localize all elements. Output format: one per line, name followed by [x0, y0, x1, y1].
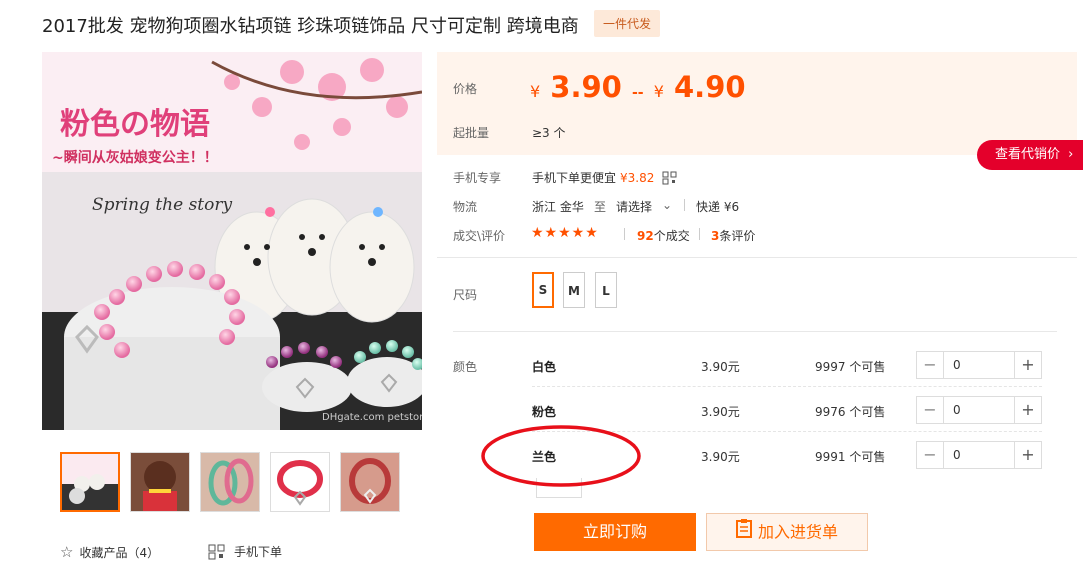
- qrcode-icon: [208, 544, 225, 559]
- view-dropship-price-label: 查看代销价: [995, 147, 1061, 162]
- clipboard-icon: [735, 515, 752, 551]
- product-photo: 粉色の物语 ~瞬间从灰姑娘变公主！！ Spring the story DHga…: [42, 52, 422, 430]
- buy-now-button[interactable]: 立即订购: [534, 513, 696, 551]
- annotation-ellipse: [481, 425, 641, 487]
- chevron-down-icon: ⌄: [662, 198, 673, 212]
- increase-button[interactable]: +: [1014, 352, 1041, 378]
- image-headline: 粉色の物语: [60, 107, 210, 142]
- shipping-method: 快递 ¥6: [696, 200, 740, 214]
- color-price-pink: 3.90元: [701, 405, 740, 419]
- image-watermark: DHgate.com petstore: [322, 412, 422, 423]
- mobile-offer[interactable]: 手机下单更便宜 ¥3.82: [532, 169, 678, 186]
- sold-suffix: 个成交: [653, 229, 690, 243]
- divider: [699, 228, 700, 240]
- dropship-badge: 一件代发: [594, 10, 661, 37]
- color-label: 颜色: [453, 360, 478, 374]
- thumbnail-5[interactable]: [340, 452, 400, 512]
- decrease-button[interactable]: −: [917, 352, 944, 378]
- destination-select[interactable]: 请选择 ⌄: [616, 198, 672, 215]
- view-dropship-price-button[interactable]: 查看代销价 ›: [977, 140, 1083, 170]
- divider: [684, 199, 685, 211]
- main-product-image[interactable]: 粉色の物语 ~瞬间从灰姑娘变公主！！ Spring the story DHga…: [42, 52, 422, 430]
- deals-label: 成交\评价: [453, 229, 506, 243]
- moq-label: 起批量: [453, 126, 490, 140]
- sold-count-link[interactable]: 92个成交: [637, 227, 690, 244]
- product-title: 2017批发 宠物狗项圈水钻项链 珍珠项链饰品 尺寸可定制 跨境电商: [42, 16, 579, 37]
- moq-value: ≥3 个: [532, 126, 566, 140]
- color-price-white: 3.90元: [701, 360, 740, 374]
- quantity-stepper-white: − 0 +: [916, 351, 1042, 379]
- favorite-link[interactable]: ☆ 收藏产品（4）: [60, 543, 159, 561]
- divider: [624, 228, 625, 240]
- quantity-stepper-pink: − 0 +: [916, 396, 1042, 424]
- size-label: 尺码: [453, 288, 478, 302]
- color-price-blue: 3.90元: [701, 450, 740, 464]
- qrcode-icon: [662, 171, 677, 184]
- chevron-right-icon: ›: [1068, 147, 1074, 162]
- logistics-label: 物流: [453, 200, 478, 214]
- star-outline-icon: ☆: [60, 543, 74, 561]
- quantity-input[interactable]: 0: [953, 442, 961, 468]
- mobile-price: ¥3.82: [620, 170, 655, 185]
- section-divider: [453, 331, 1057, 332]
- price-low: 3.90: [550, 70, 622, 104]
- size-option-m[interactable]: M: [563, 272, 585, 308]
- review-suffix: 条评价: [719, 229, 756, 243]
- review-count-link[interactable]: 3条评价: [711, 227, 755, 244]
- price-high: 4.90: [674, 70, 746, 104]
- thumbnail-2-image: [131, 453, 189, 511]
- destination-value: 请选择: [616, 200, 653, 214]
- image-script-text: Spring the story: [92, 195, 232, 215]
- decrease-button[interactable]: −: [917, 442, 944, 468]
- quantity-stepper-blue: − 0 +: [916, 441, 1042, 469]
- thumbnail-1-image: [62, 454, 118, 510]
- currency-symbol: ¥: [530, 82, 541, 101]
- decrease-button[interactable]: −: [917, 397, 944, 423]
- thumbnail-3[interactable]: [200, 452, 260, 512]
- logistics-origin: 浙江 金华: [532, 200, 584, 214]
- color-stock-blue: 9991 个可售: [815, 450, 886, 464]
- size-option-s[interactable]: S: [532, 272, 554, 308]
- currency-symbol-2: ¥: [653, 82, 664, 101]
- color-stock-pink: 9976 个可售: [815, 405, 886, 419]
- thumbnail-1[interactable]: [60, 452, 120, 512]
- row-divider: [532, 386, 1042, 388]
- color-name-white: 白色: [532, 360, 557, 374]
- thumbnail-5-image: [341, 453, 399, 511]
- thumbnail-3-image: [201, 453, 259, 511]
- rating-stars: ★★★★★: [531, 225, 599, 241]
- image-subheadline: ~瞬间从灰姑娘变公主！！: [52, 149, 218, 166]
- mobile-offer-text: 手机下单更便宜: [532, 171, 617, 185]
- add-to-cart-label: 加入进货单: [757, 522, 838, 542]
- section-divider: [437, 257, 1077, 258]
- size-option-l[interactable]: L: [595, 272, 617, 308]
- increase-button[interactable]: +: [1014, 442, 1041, 468]
- color-name-pink: 粉色: [532, 405, 557, 419]
- price-separator: --: [631, 85, 644, 101]
- price-label: 价格: [453, 82, 478, 96]
- quantity-input[interactable]: 0: [953, 352, 961, 378]
- thumbnail-4[interactable]: [270, 452, 330, 512]
- mobile-label: 手机专享: [453, 171, 502, 185]
- logistics-to: 至: [594, 200, 607, 214]
- favorite-label: 收藏产品（4）: [79, 545, 160, 560]
- mobile-order-link[interactable]: 手机下单: [208, 543, 282, 560]
- increase-button[interactable]: +: [1014, 397, 1041, 423]
- price-range: ¥ 3.90 -- ¥ 4.90: [530, 70, 746, 104]
- thumbnail-2[interactable]: [130, 452, 190, 512]
- add-to-cart-button[interactable]: 加入进货单: [706, 513, 868, 551]
- quantity-input[interactable]: 0: [953, 397, 961, 423]
- thumbnail-4-image: [271, 453, 329, 511]
- mobile-order-label: 手机下单: [234, 545, 283, 559]
- color-stock-white: 9997 个可售: [815, 360, 886, 374]
- sold-count: 92: [637, 229, 654, 243]
